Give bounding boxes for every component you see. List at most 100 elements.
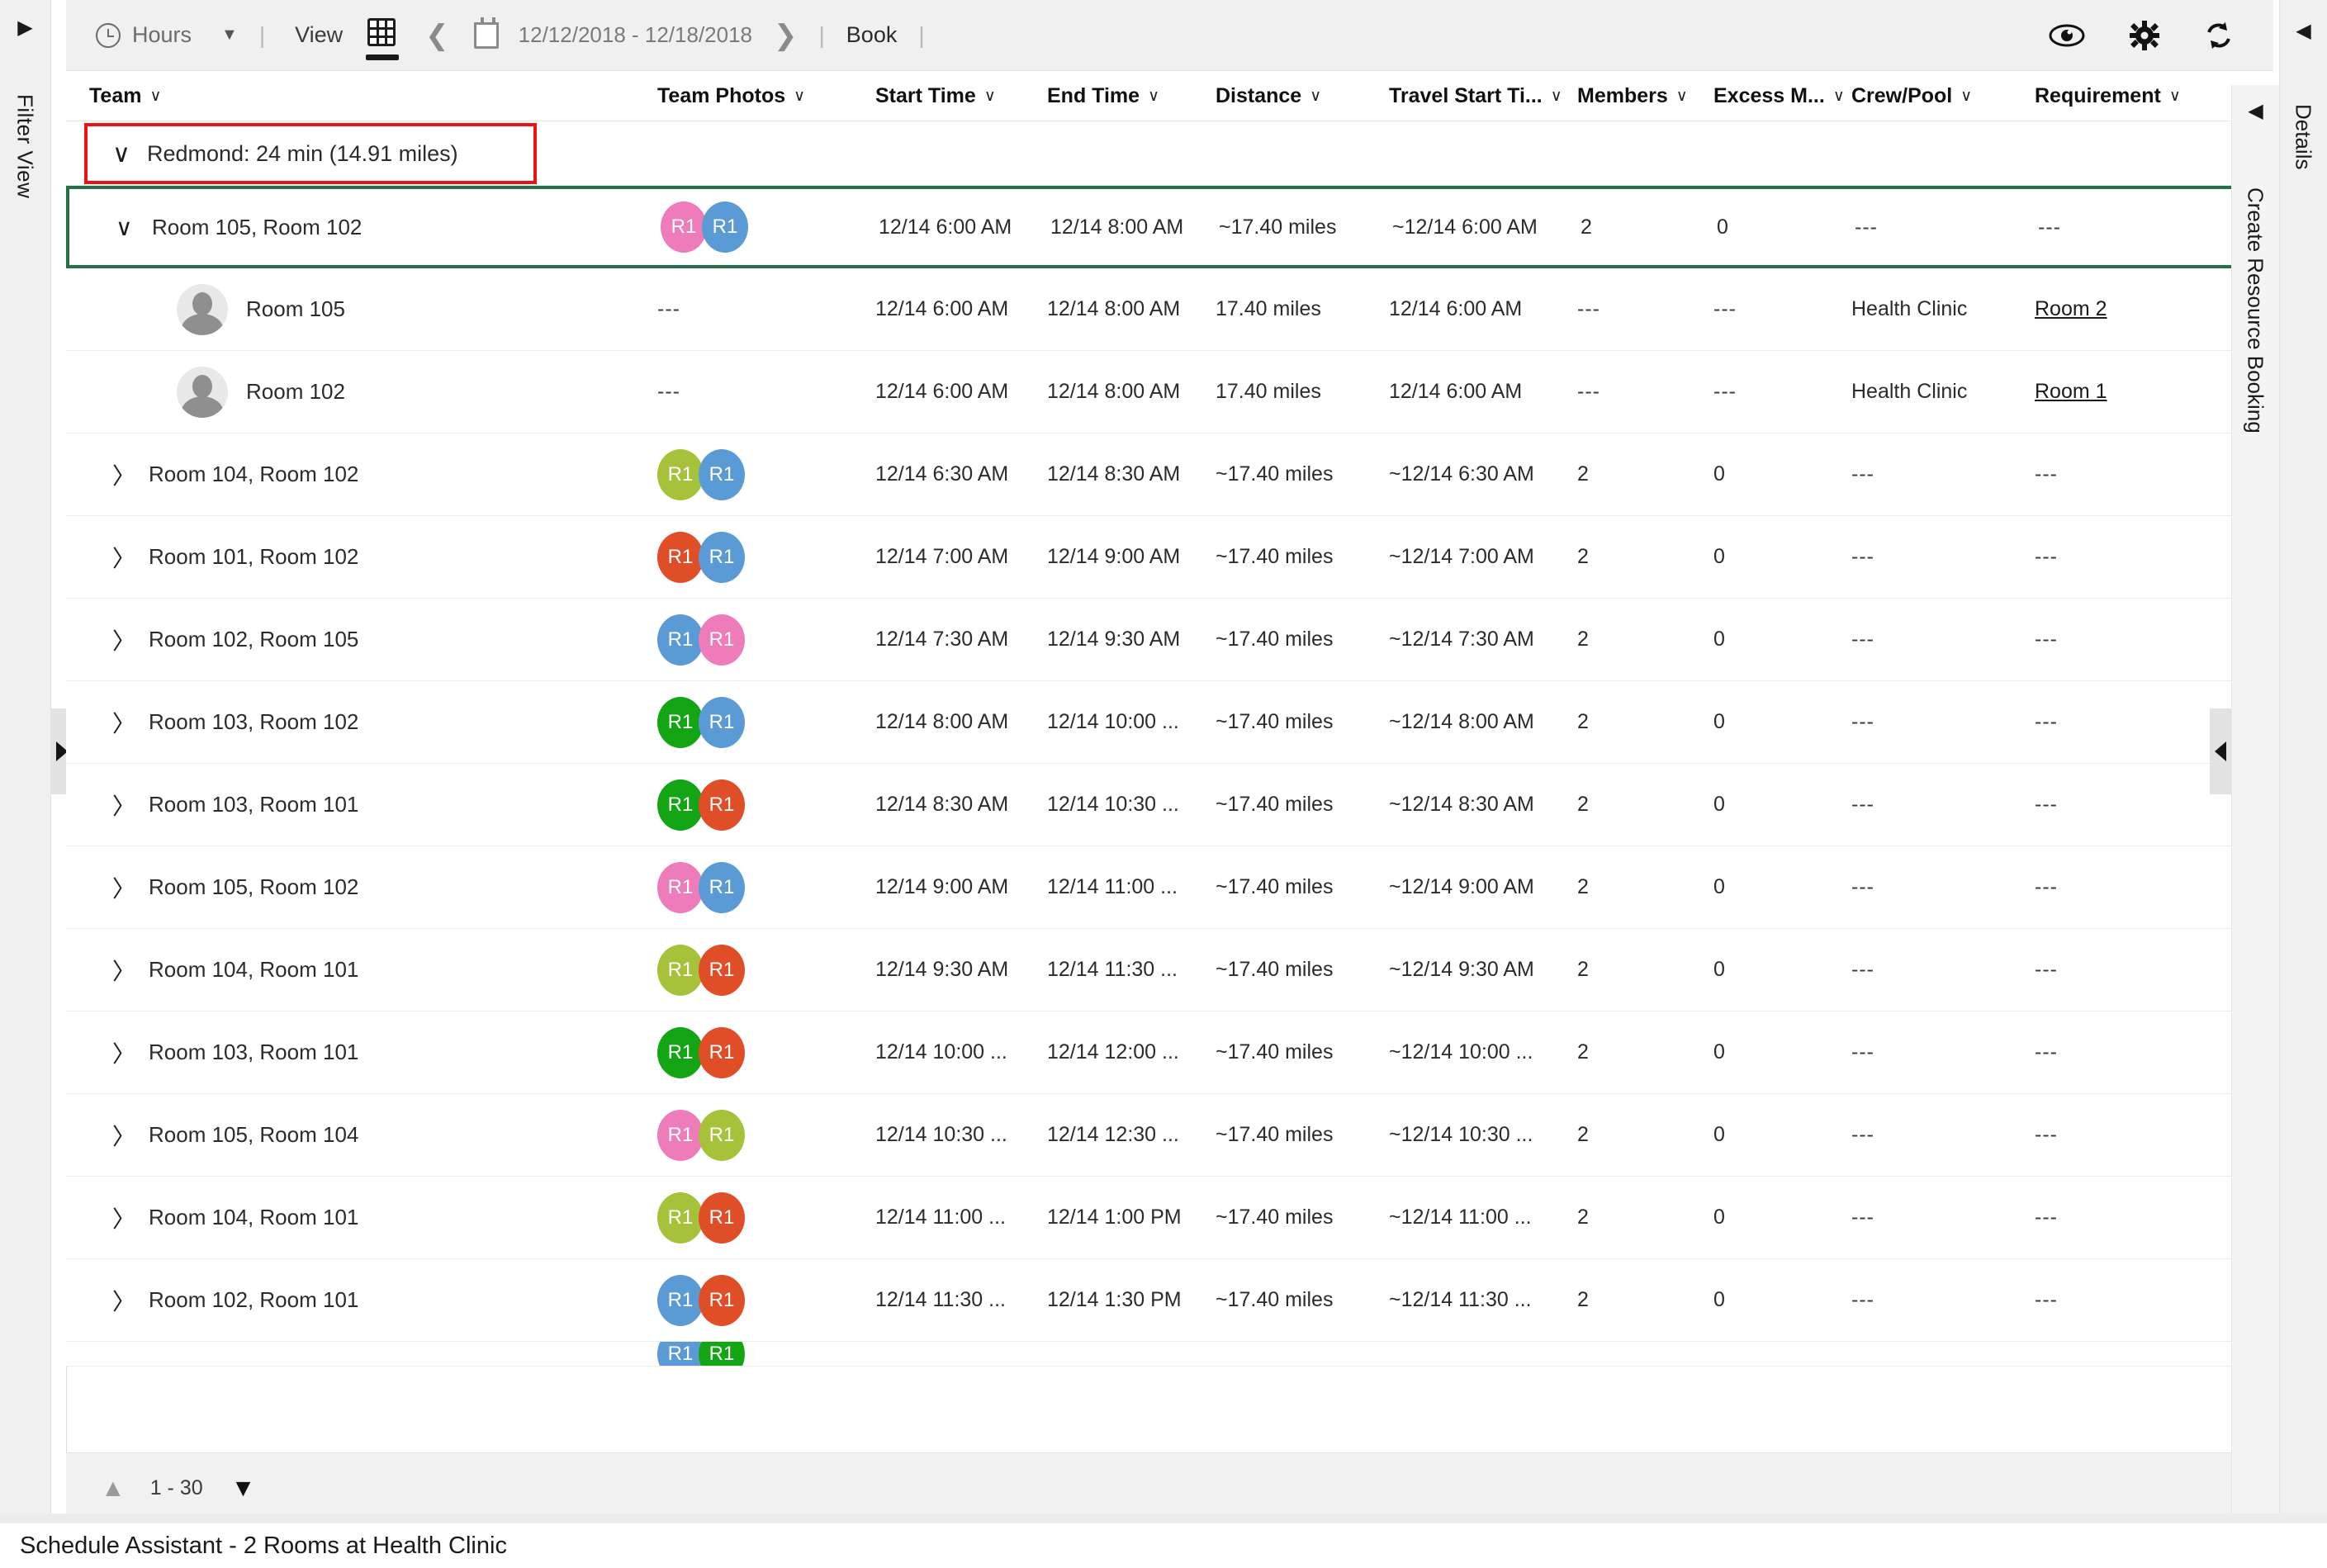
table-row[interactable]: 〉 Room 101, Room 102 R1 R1 12/14 7:00 AM 12/1… bbox=[66, 516, 2273, 599]
table-row[interactable]: ∨ Room 105, Room 102 R1 R1 12/14 6:00 AM 12/1… bbox=[66, 186, 2273, 268]
table-row[interactable]: R1 R1 bbox=[66, 1342, 2273, 1367]
chevron-down-icon[interactable]: ∨ bbox=[1310, 87, 1321, 106]
grid-view-button[interactable] bbox=[366, 15, 404, 60]
table-row[interactable]: 〉 Room 105, Room 102 R1 R1 12/14 9:00 AM 12/1… bbox=[66, 846, 2273, 929]
triangle-left-icon[interactable]: ◀ bbox=[2232, 102, 2279, 121]
chevron-down-icon[interactable]: ∨ bbox=[149, 87, 161, 106]
person-avatar-icon bbox=[177, 366, 228, 418]
table-row[interactable]: 〉 Room 103, Room 101 R1 R1 12/14 8:30 AM 12/1… bbox=[66, 764, 2273, 846]
chevron-right-icon[interactable]: 〉 bbox=[112, 954, 135, 987]
triangle-right-icon[interactable]: ▶ bbox=[0, 18, 50, 38]
column-header-distance-label: Distance bbox=[1216, 84, 1302, 107]
crew-pool-cell: --- bbox=[1851, 793, 1874, 816]
members-cell: 2 bbox=[1577, 1288, 1589, 1311]
hours-dropdown[interactable]: Hours ▼ bbox=[96, 0, 238, 71]
end-time-cell: 12/14 9:00 AM bbox=[1047, 545, 1181, 568]
table-row[interactable]: 〉 Room 103, Room 102 R1 R1 12/14 8:00 AM 12/1… bbox=[66, 681, 2273, 764]
column-header-excess-members[interactable]: Excess M... ∨ bbox=[1713, 84, 1858, 108]
travel-start-time-cell: ~12/14 8:00 AM bbox=[1389, 710, 1534, 733]
chevron-right-icon[interactable]: 〉 bbox=[112, 1284, 135, 1317]
active-tab-underline bbox=[366, 54, 400, 60]
chevron-right-icon[interactable]: 〉 bbox=[112, 706, 135, 739]
excess-members-cell: --- bbox=[1713, 297, 1737, 320]
right-panel-resize-handle[interactable] bbox=[2210, 708, 2231, 794]
chevron-down-icon[interactable]: ∨ bbox=[1148, 87, 1159, 106]
chevron-right-icon[interactable]: 〉 bbox=[112, 1036, 135, 1069]
requirement-cell[interactable]: Room 2 bbox=[2035, 268, 2208, 350]
chevron-right-icon[interactable]: 〉 bbox=[112, 458, 135, 491]
column-header-travel-start-time-label: Travel Start Ti... bbox=[1389, 84, 1543, 107]
chevron-down-icon[interactable]: ∨ bbox=[1833, 87, 1845, 106]
column-header-team-photos[interactable]: Team Photos ∨ bbox=[657, 84, 814, 108]
column-header-travel-start-time[interactable]: Travel Start Ti... ∨ bbox=[1389, 84, 1579, 108]
chevron-down-icon[interactable]: ∨ bbox=[112, 140, 130, 168]
chevron-right-icon[interactable]: 〉 bbox=[112, 789, 135, 822]
column-header-distance[interactable]: Distance ∨ bbox=[1216, 84, 1389, 108]
chevron-down-icon[interactable]: ∨ bbox=[1960, 87, 1972, 106]
book-button[interactable]: Book bbox=[846, 22, 898, 48]
members-cell: 2 bbox=[1577, 875, 1589, 898]
table-row[interactable]: 〉 Room 104, Room 101 R1 R1 12/14 9:30 AM 12/1… bbox=[66, 929, 2273, 1011]
group-row-highlight-box[interactable]: ∨ Redmond: 24 min (14.91 miles) bbox=[84, 123, 537, 184]
team-photos-cell: --- bbox=[657, 380, 680, 403]
crew-pool-cell: --- bbox=[1851, 545, 1874, 568]
toolbar-separator-1: | bbox=[258, 21, 266, 48]
chevron-right-icon[interactable]: 〉 bbox=[112, 541, 135, 574]
calendar-icon[interactable] bbox=[473, 17, 499, 49]
requirement-link[interactable]: Room 1 bbox=[2035, 380, 2107, 404]
requirement-link[interactable]: Room 2 bbox=[2035, 297, 2107, 321]
table-row[interactable]: 〉 Room 104, Room 102 R1 R1 12/14 6:30 AM 12/1… bbox=[66, 433, 2273, 516]
chevron-right-icon[interactable]: 〉 bbox=[112, 623, 135, 656]
page-up-button[interactable]: ▲ bbox=[101, 1475, 126, 1503]
chevron-right-icon[interactable]: ❯ bbox=[774, 19, 798, 52]
chevron-down-icon[interactable]: ∨ bbox=[2169, 87, 2181, 106]
column-header-requirement[interactable]: Requirement ∨ bbox=[2035, 84, 2208, 108]
gear-icon[interactable] bbox=[2130, 20, 2159, 50]
chevron-down-icon[interactable]: ∨ bbox=[794, 87, 805, 106]
chevron-right-icon[interactable]: 〉 bbox=[112, 871, 135, 904]
distance-cell: ~17.40 miles bbox=[1216, 1040, 1334, 1063]
chevron-left-icon[interactable]: ❮ bbox=[425, 19, 449, 52]
team-cell: 〉 Room 102, Room 105 bbox=[89, 599, 362, 680]
triangle-left-icon[interactable]: ◀ bbox=[2280, 21, 2327, 41]
team-cell: 〉 Room 101, Room 102 bbox=[89, 516, 362, 598]
table-row[interactable]: 〉 Room 102, Room 105 R1 R1 12/14 7:30 AM 12/1… bbox=[66, 599, 2273, 681]
clock-icon bbox=[96, 22, 121, 48]
column-header-end-time[interactable]: End Time ∨ bbox=[1047, 84, 1212, 108]
page-down-button[interactable]: ▼ bbox=[231, 1475, 256, 1503]
distance-cell: ~17.40 miles bbox=[1216, 958, 1334, 981]
chevron-down-icon[interactable]: ∨ bbox=[984, 87, 996, 106]
refresh-icon[interactable] bbox=[2204, 21, 2234, 50]
table-row[interactable]: 〉 Room 103, Room 101 R1 R1 12/14 10:00 ... 12… bbox=[66, 1011, 2273, 1094]
avatar-group: R1 R1 bbox=[657, 531, 745, 583]
column-header-crew-pool[interactable]: Crew/Pool ∨ bbox=[1851, 84, 2017, 108]
table-row[interactable]: 〉 Room 102, Room 101 R1 R1 12/14 11:30 ... 12… bbox=[66, 1259, 2273, 1342]
team-cell: 〉 Room 102, Room 101 bbox=[89, 1259, 362, 1341]
table-row[interactable]: Room 102 --- 12/14 6:00 AM 12/14 8:00 AM 17.… bbox=[66, 351, 2273, 433]
requirement-cell: --- bbox=[2035, 710, 2058, 733]
chevron-right-icon[interactable]: 〉 bbox=[112, 1201, 135, 1234]
table-row[interactable]: Room 105 --- 12/14 6:00 AM 12/14 8:00 AM 17.… bbox=[66, 268, 2273, 351]
column-header-team[interactable]: Team ∨ bbox=[89, 84, 362, 108]
chevron-down-icon[interactable]: ▼ bbox=[221, 26, 238, 45]
column-header-members[interactable]: Members ∨ bbox=[1577, 84, 1718, 108]
column-header-requirement-label: Requirement bbox=[2035, 84, 2161, 107]
requirement-cell: --- bbox=[2035, 1040, 2058, 1063]
avatar-group: R1 R1 bbox=[657, 696, 745, 748]
chevron-down-icon[interactable]: ∨ bbox=[1676, 87, 1688, 106]
requirement-cell[interactable]: Room 1 bbox=[2035, 351, 2208, 433]
eye-icon[interactable] bbox=[2049, 24, 2085, 47]
team-name-label: Room 103, Room 101 bbox=[149, 792, 359, 817]
create-resource-booking-rail[interactable]: ◀ Create Resource Booking bbox=[2231, 85, 2279, 1523]
distance-cell: 17.40 miles bbox=[1216, 380, 1321, 403]
chevron-down-icon[interactable]: ∨ bbox=[116, 214, 139, 241]
status-bar: Schedule Assistant - 2 Rooms at Health C… bbox=[0, 1523, 2327, 1568]
group-row-redmond[interactable]: ∨ Redmond: 24 min (14.91 miles) bbox=[66, 121, 2273, 186]
table-row[interactable]: 〉 Room 104, Room 101 R1 R1 12/14 11:00 ... 12… bbox=[66, 1177, 2273, 1259]
column-header-start-time[interactable]: Start Time ∨ bbox=[875, 84, 1047, 108]
chevron-right-icon[interactable]: 〉 bbox=[112, 1119, 135, 1152]
filter-view-rail[interactable]: ▶ Filter View bbox=[0, 0, 51, 1523]
chevron-down-icon[interactable]: ∨ bbox=[1551, 87, 1562, 106]
table-row[interactable]: 〉 Room 105, Room 104 R1 R1 12/14 10:30 ... 12… bbox=[66, 1094, 2273, 1177]
details-rail[interactable]: ◀ Details bbox=[2279, 0, 2327, 1523]
